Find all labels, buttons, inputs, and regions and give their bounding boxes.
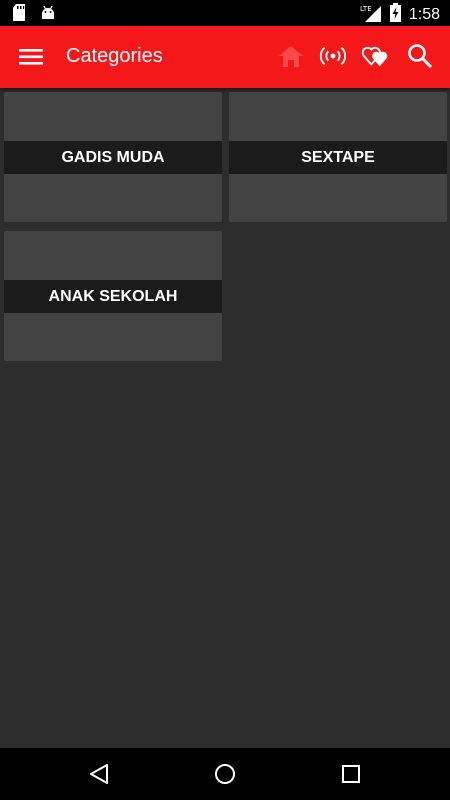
lte-signal-icon: LTE [360,4,382,27]
navigation-bar [0,748,450,800]
svg-text:LTE: LTE [360,5,372,13]
home-icon[interactable] [277,42,305,70]
clock: 1:58 [408,6,440,23]
category-card[interactable]: GADIS MUDA [4,92,222,222]
status-bar: LTE 1:58 [0,0,450,26]
page-title: Categories [66,45,163,67]
app-toolbar: Categories [0,26,450,88]
recents-icon[interactable] [339,762,363,786]
search-icon[interactable] [406,42,434,70]
android-icon [40,5,56,26]
category-card[interactable]: SEXTAPE [229,92,447,222]
battery-charging-icon [389,3,401,27]
back-icon[interactable] [87,762,111,786]
menu-icon[interactable] [18,44,44,70]
category-label: SEXTAPE [229,141,447,174]
sd-card-icon [12,4,26,26]
home-circle-icon[interactable] [213,762,237,786]
hearts-icon[interactable] [362,42,390,70]
radio-broadcast-icon[interactable] [319,42,347,70]
category-label: ANAK SEKOLAH [4,280,222,313]
category-card[interactable]: ANAK SEKOLAH [4,231,222,361]
category-label: GADIS MUDA [4,141,222,174]
